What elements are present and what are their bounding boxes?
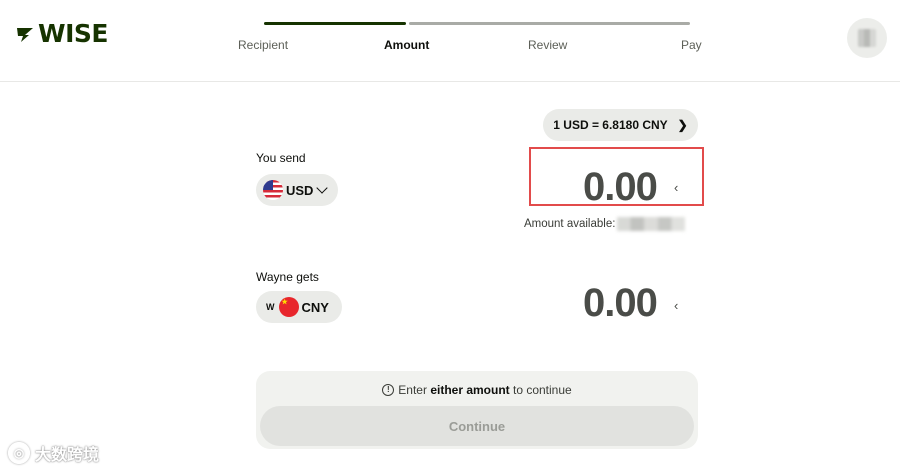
blurred-avatar-icon — [858, 29, 876, 47]
chevron-left-icon[interactable]: ‹ — [674, 180, 678, 195]
wise-transfer-page: WISE Recipient Amount Review Pay 1 USD =… — [0, 0, 900, 469]
hint-suffix: to continue — [509, 383, 572, 397]
chevron-left-icon[interactable]: ‹ — [674, 298, 678, 313]
blurred-balance — [617, 217, 686, 231]
send-currency-code: USD — [286, 182, 314, 198]
receive-currency-selector[interactable]: W CNY — [256, 291, 342, 323]
step-amount[interactable]: Amount — [384, 38, 429, 52]
watermark-text: 大数跨境 — [35, 447, 100, 464]
recipient-initial-badge: W — [266, 302, 275, 312]
progress-bar-remaining — [409, 22, 690, 25]
you-send-label: You send — [256, 151, 306, 165]
step-pay: Pay — [681, 38, 702, 52]
amount-available: Amount available: — [524, 217, 686, 231]
hint-bold: either amount — [430, 383, 510, 397]
cn-flag-icon — [278, 297, 299, 317]
top-header: WISE Recipient Amount Review Pay — [0, 0, 900, 82]
watermark: ◎ 大数跨境 — [8, 441, 99, 465]
watermark-logo-icon: ◎ — [8, 442, 30, 464]
account-avatar[interactable] — [847, 18, 887, 58]
step-review: Review — [528, 38, 568, 52]
continue-button[interactable]: Continue — [260, 406, 694, 446]
recipient-gets-label: Wayne gets — [256, 270, 319, 284]
send-currency-selector[interactable]: USD — [256, 174, 338, 206]
wise-logo[interactable]: WISE — [15, 20, 108, 48]
receive-amount-input[interactable]: 0.00 — [583, 281, 658, 325]
progress-bar-complete — [264, 22, 406, 25]
amount-available-label: Amount available: — [524, 218, 616, 230]
progress-stepper: Recipient Amount Review Pay — [232, 22, 702, 62]
send-amount-input[interactable]: 0.00 — [583, 165, 658, 209]
info-icon: ! — [382, 384, 395, 396]
step-recipient[interactable]: Recipient — [238, 38, 288, 52]
us-flag-icon — [263, 180, 283, 200]
exchange-rate-label: 1 USD = 6.8180 CNY — [553, 118, 668, 132]
chevron-right-icon: ❯ — [677, 118, 688, 132]
receive-currency-code: CNY — [301, 299, 329, 315]
wise-flag-icon — [17, 28, 33, 42]
exchange-rate-button[interactable]: 1 USD = 6.8180 CNY ❯ — [543, 109, 698, 141]
continue-card: ! Enter either amount to continue Contin… — [256, 371, 698, 449]
chevron-down-icon — [316, 182, 329, 194]
logo-text: WISE — [38, 19, 108, 48]
hint-prefix: Enter — [398, 383, 431, 397]
enter-amount-hint: ! Enter either amount to continue — [256, 383, 698, 397]
